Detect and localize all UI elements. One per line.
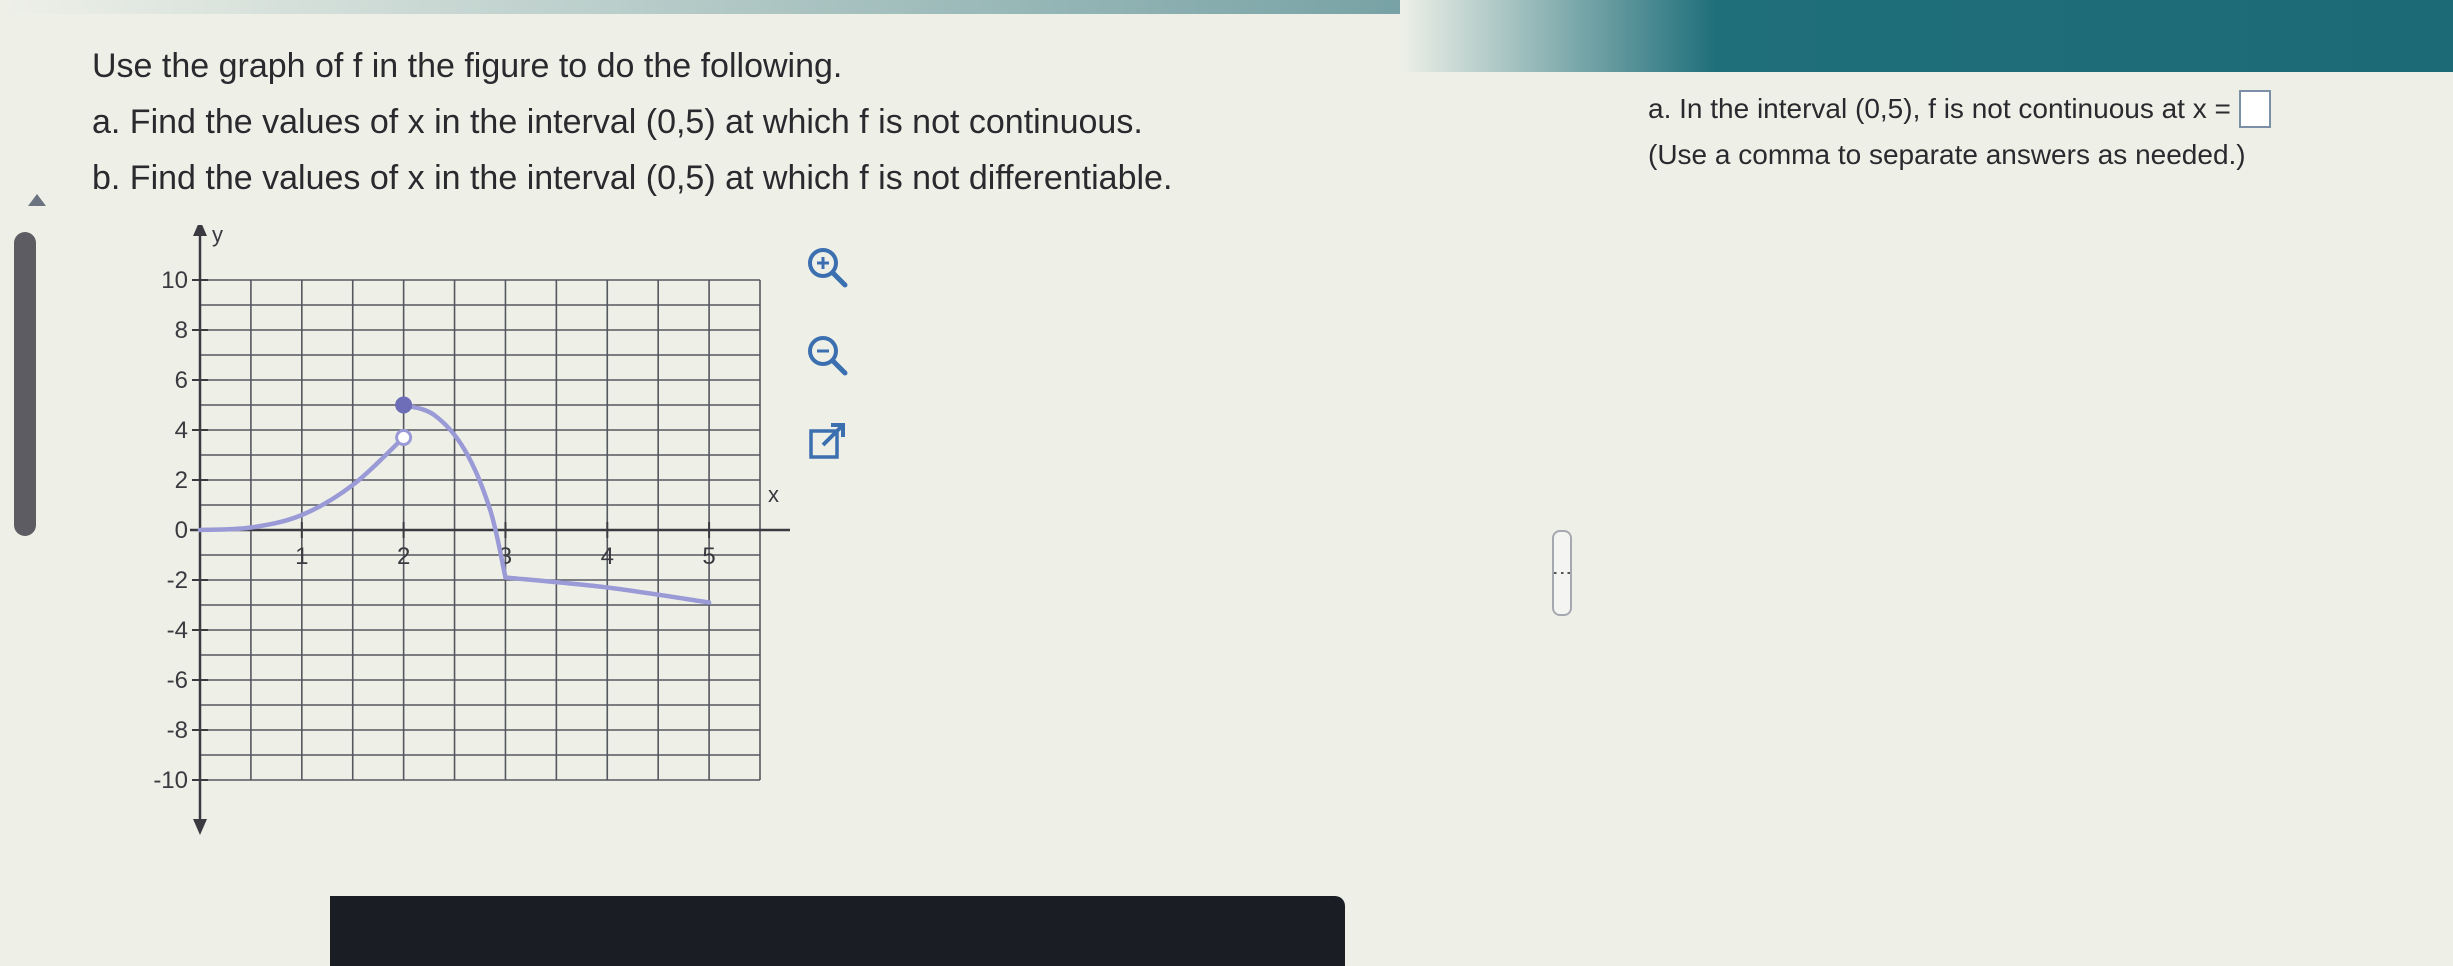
zoom-in-button[interactable] bbox=[800, 240, 854, 294]
answer-input-a[interactable] bbox=[2238, 90, 2271, 128]
y-tick-label: -2 bbox=[167, 567, 188, 594]
answer-panel: a. In the interval (0,5), f is not conti… bbox=[1648, 86, 2271, 178]
y-tick-label: -10 bbox=[153, 767, 188, 794]
zoom-out-button[interactable] bbox=[800, 328, 854, 382]
y-tick-label: 8 bbox=[175, 317, 188, 344]
left-scroll-handle[interactable] bbox=[14, 232, 36, 536]
y-tick-label: 6 bbox=[175, 367, 188, 394]
popout-button[interactable] bbox=[800, 416, 854, 470]
answer-hint: (Use a comma to separate answers as need… bbox=[1648, 139, 2246, 170]
top-band-right bbox=[1400, 0, 2453, 72]
question-instructions: Use the graph of f in the figure to do t… bbox=[92, 38, 1172, 206]
open-point-marker bbox=[395, 429, 413, 446]
taskbar bbox=[330, 896, 1345, 966]
y-tick-label: 10 bbox=[161, 267, 188, 294]
y-tick-label: 2 bbox=[175, 467, 188, 494]
y-tick-label: 0 bbox=[175, 517, 188, 544]
x-axis-label: x bbox=[768, 482, 779, 507]
y-tick-label: -6 bbox=[167, 667, 188, 694]
graph-of-f: xy1086420-2-4-6-8-101 2 3 4 5 bbox=[153, 225, 790, 835]
y-axis-arrow-up bbox=[193, 225, 207, 236]
y-axis-label: y bbox=[212, 225, 223, 247]
y-axis-arrow-down bbox=[193, 819, 207, 835]
instruction-line-a: a. Find the values of x in the interval … bbox=[92, 103, 1143, 141]
y-tick-label: 4 bbox=[175, 417, 188, 444]
zoom-out-icon bbox=[808, 336, 848, 376]
y-tick-label: -4 bbox=[167, 617, 188, 644]
external-link-icon bbox=[809, 423, 845, 459]
top-band-left bbox=[0, 0, 1400, 14]
x-tick-label: 2 bbox=[397, 543, 410, 570]
x-tick-label: 4 bbox=[601, 543, 614, 570]
panel-divider-handle[interactable]: ⋮ bbox=[1551, 530, 1573, 616]
collapse-up-arrow-icon[interactable] bbox=[28, 194, 46, 206]
x-tick-label: 1 bbox=[295, 543, 308, 570]
answer-prompt-a: a. In the interval (0,5), f is not conti… bbox=[1648, 93, 2231, 124]
instruction-line-1: Use the graph of f in the figure to do t… bbox=[92, 47, 843, 85]
closed-point-marker bbox=[395, 396, 413, 414]
zoom-in-icon bbox=[808, 248, 848, 288]
y-tick-label: -8 bbox=[167, 717, 188, 744]
instruction-line-b: b. Find the values of x in the interval … bbox=[92, 159, 1173, 197]
x-tick-label: 5 bbox=[702, 543, 715, 570]
answer-row-a: a. In the interval (0,5), f is not conti… bbox=[1648, 86, 2271, 132]
